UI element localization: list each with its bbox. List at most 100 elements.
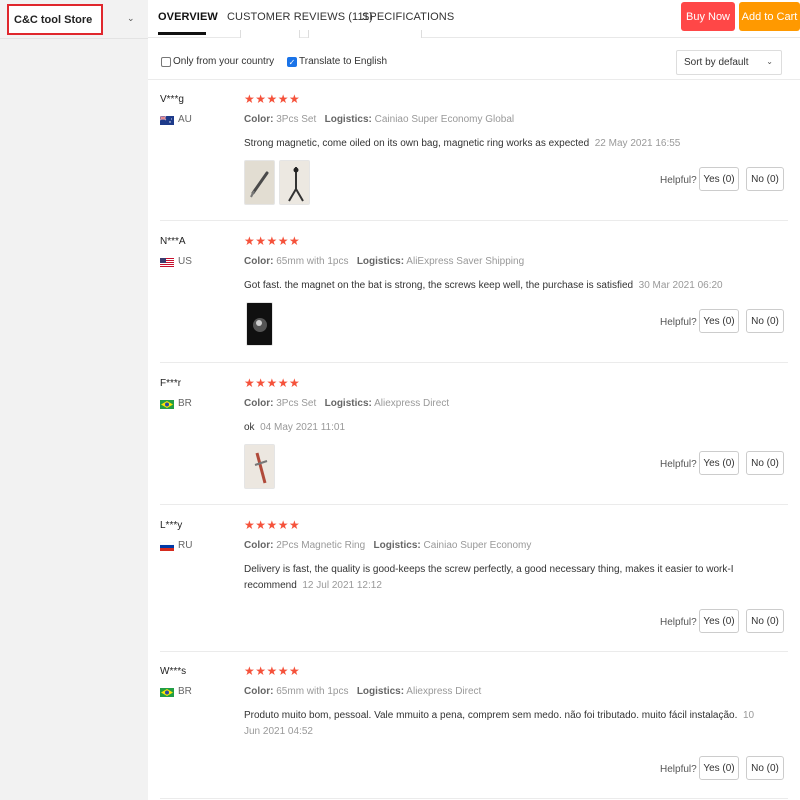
reviewer-country: BR — [178, 686, 192, 697]
product-tab-bar: OVERVIEW CUSTOMER REVIEWS (111) SPECIFIC… — [148, 0, 800, 40]
tab-customer-reviews[interactable]: CUSTOMER REVIEWS (111) — [227, 11, 373, 23]
left-sidebar: C&C tool Store ⌄ — [0, 0, 148, 800]
review-body: ok — [244, 422, 255, 433]
color-value: 3Pcs Set — [276, 114, 317, 125]
sort-dropdown[interactable]: Sort by default ⌄ — [676, 50, 782, 75]
logistics-value: AliExpress Saver Shipping — [406, 256, 525, 267]
add-to-cart-button[interactable]: Add to Cart — [739, 2, 800, 31]
helpful-label: Helpful? — [660, 764, 697, 775]
chevron-down-icon: ⌄ — [766, 57, 773, 66]
logistics-value: Cainiao Super Economy Global — [374, 114, 515, 125]
only-country-label[interactable]: Only from your country — [173, 56, 274, 67]
color-value: 2Pcs Magnetic Ring — [276, 540, 366, 551]
review-text: Produto muito bom, pessoal. Vale mmuito … — [244, 708, 754, 740]
logistics-label: Logistics: — [373, 540, 421, 551]
star-rating: ★★★★★ — [244, 234, 301, 248]
reviewer-name: W***s — [160, 666, 187, 677]
store-selector[interactable]: C&C tool Store — [7, 4, 103, 35]
helpful-label: Helpful? — [660, 459, 697, 470]
reviews-panel: Only from your country ✓ Translate to En… — [148, 38, 800, 800]
color-label: Color: — [244, 540, 274, 551]
review-date: 30 Mar 2021 06:20 — [638, 280, 723, 291]
sidebar-divider — [0, 38, 148, 39]
helpful-label: Helpful? — [660, 617, 697, 628]
review-meta: Color: 3Pcs Set Logistics: Aliexpress Di… — [244, 398, 449, 409]
review-meta: Color: 65mm with 1pcs Logistics: Aliexpr… — [244, 686, 481, 697]
review-date: 22 May 2021 16:55 — [594, 138, 681, 149]
helpful-no-button[interactable]: No (0) — [746, 167, 784, 191]
review-date: 12 Jul 2021 12:12 — [302, 580, 382, 591]
logistics-label: Logistics: — [356, 686, 405, 697]
star-rating: ★★★★★ — [244, 664, 301, 678]
review-body-line: Delivery is fast, the quality is good-ke… — [244, 564, 734, 575]
helpful-yes-button[interactable]: Yes (0) — [699, 609, 739, 633]
color-label: Color: — [244, 256, 274, 267]
color-value: 65mm with 1pcs — [276, 256, 349, 267]
star-rating: ★★★★★ — [244, 376, 301, 390]
review-text: Strong magnetic, come oiled on its own b… — [244, 136, 680, 152]
review-body-line: Produto muito bom, pessoal. Vale mmuito … — [244, 710, 738, 721]
russia-flag-icon — [160, 542, 174, 551]
color-label: Color: — [244, 686, 274, 697]
review-item: F***r BR ★★★★★ Color: 3Pcs Set Logistics… — [160, 376, 788, 505]
star-rating: ★★★★★ — [244, 518, 301, 532]
review-photo[interactable] — [279, 160, 310, 205]
review-meta: Color: 2Pcs Magnetic Ring Logistics: Cai… — [244, 540, 531, 551]
review-item: L***y RU ★★★★★ Color: 2Pcs Magnetic Ring… — [160, 518, 788, 652]
translate-checkbox[interactable]: ✓ — [287, 57, 297, 67]
review-item: V***g AU ★★★★★ Color: 3Pcs Set Logistics… — [160, 92, 788, 221]
helpful-no-button[interactable]: No (0) — [746, 609, 784, 633]
chevron-down-icon[interactable]: ⌄ — [127, 13, 135, 24]
logistics-value: Cainiao Super Economy — [423, 540, 532, 551]
logistics-value: Aliexpress Direct — [406, 686, 482, 697]
review-date: 04 May 2021 11:01 — [260, 422, 346, 433]
australia-flag-icon — [160, 116, 174, 125]
helpful-yes-button[interactable]: Yes (0) — [699, 167, 739, 191]
review-body: Got fast. the magnet on the bat is stron… — [244, 280, 634, 291]
color-value: 3Pcs Set — [276, 398, 317, 409]
translate-label[interactable]: Translate to English — [299, 56, 387, 67]
active-tab-indicator — [158, 32, 206, 35]
color-label: Color: — [244, 398, 274, 409]
review-photo[interactable] — [244, 444, 275, 489]
review-text: ok 04 May 2021 11:01 — [244, 420, 345, 436]
buy-now-button[interactable]: Buy Now — [681, 2, 735, 31]
tab-specifications[interactable]: SPECIFICATIONS — [362, 11, 454, 23]
review-text: Got fast. the magnet on the bat is stron… — [244, 278, 723, 294]
reviewer-name: F***r — [160, 378, 182, 389]
usa-flag-icon — [160, 258, 174, 267]
logistics-value: Aliexpress Direct — [374, 398, 450, 409]
review-body: Strong magnetic, come oiled on its own b… — [244, 138, 590, 149]
review-meta: Color: 65mm with 1pcs Logistics: AliExpr… — [244, 256, 524, 267]
color-label: Color: — [244, 114, 274, 125]
logistics-label: Logistics: — [324, 114, 372, 125]
review-item: W***s BR ★★★★★ Color: 65mm with 1pcs Log… — [160, 664, 788, 799]
only-country-checkbox[interactable] — [161, 57, 171, 67]
helpful-no-button[interactable]: No (0) — [746, 451, 784, 475]
helpful-label: Helpful? — [660, 175, 697, 186]
reviewer-country: BR — [178, 398, 192, 409]
review-date-part: Jun 2021 04:52 — [244, 726, 313, 737]
helpful-no-button[interactable]: No (0) — [746, 309, 784, 333]
tab-overview[interactable]: OVERVIEW — [158, 11, 218, 23]
logistics-label: Logistics: — [324, 398, 372, 409]
review-text: Delivery is fast, the quality is good-ke… — [244, 562, 733, 594]
helpful-yes-button[interactable]: Yes (0) — [699, 451, 739, 475]
brazil-flag-icon — [160, 688, 174, 697]
helpful-yes-button[interactable]: Yes (0) — [699, 309, 739, 333]
review-meta: Color: 3Pcs Set Logistics: Cainiao Super… — [244, 114, 514, 125]
reviewer-country: RU — [178, 540, 193, 551]
logistics-label: Logistics: — [356, 256, 405, 267]
reviewer-country: US — [178, 256, 192, 267]
review-photo[interactable] — [246, 302, 273, 346]
review-photo[interactable] — [244, 160, 275, 205]
reviewer-country: AU — [178, 114, 192, 125]
color-value: 65mm with 1pcs — [276, 686, 349, 697]
helpful-yes-button[interactable]: Yes (0) — [699, 756, 739, 780]
review-date-part: 10 — [742, 710, 755, 721]
review-item: N***A US ★★★★★ Color: 65mm with 1pcs Log… — [160, 234, 788, 363]
helpful-label: Helpful? — [660, 317, 697, 328]
sort-value: Sort by default — [684, 57, 749, 68]
helpful-no-button[interactable]: No (0) — [746, 756, 784, 780]
reviewer-name: V***g — [160, 94, 184, 105]
